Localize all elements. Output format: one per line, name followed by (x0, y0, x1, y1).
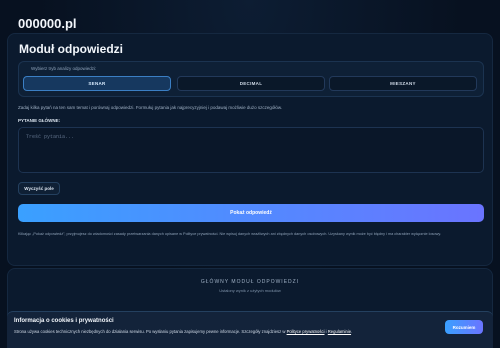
mode-button-senar[interactable]: SENAR (23, 76, 171, 91)
cookie-text: Strona używa cookies technicznych niezbę… (14, 329, 352, 334)
cookie-title: Informacja o cookies i prywatności (14, 318, 114, 324)
mode-hint: Wybierz tryb analizy odpowiedzi: (31, 66, 97, 71)
page: 000000.pl Moduł odpowiedzi Wybierz tryb … (0, 0, 500, 348)
cookie-banner: Informacja o cookies i prywatności Stron… (7, 311, 493, 348)
terms-link[interactable]: Regulaminie (328, 329, 351, 334)
cookie-text-end: . (351, 329, 353, 334)
privacy-policy-link[interactable]: Polityce prywatności (287, 329, 325, 334)
disclaimer-text: Klikając „Pokaż odpowiedź”, przyjmujesz … (18, 232, 442, 236)
mode-button-mieszany[interactable]: MIESZANY (329, 76, 477, 91)
cookie-accept-button[interactable]: Rozumiem (445, 320, 483, 334)
answer-module-card: Moduł odpowiedzi Wybierz tryb analizy od… (7, 33, 493, 266)
mode-selector: Wybierz tryb analizy odpowiedzi: SENAR D… (18, 61, 484, 97)
instruction-text: Zadaj kilka pytań na ten sam temat i por… (18, 105, 283, 110)
page-title: Moduł odpowiedzi (19, 42, 123, 56)
question-label: PYTANIE GŁÓWNE: (18, 118, 61, 123)
site-logo[interactable]: 000000.pl (18, 16, 77, 31)
cookie-text-body: Strona używa cookies technicznych niezbę… (14, 329, 287, 334)
main-answer-title: GŁÓWNY MODUŁ ODPOWIEDZI (200, 279, 300, 285)
clear-button[interactable]: Wyczyść pole (18, 182, 60, 195)
question-input[interactable]: Treść pytania... (18, 127, 484, 173)
show-answer-button[interactable]: Pokaż odpowiedź (18, 204, 484, 222)
main-answer-subtitle: Ustalony wynik z użytych modułów (219, 288, 281, 293)
mode-button-decimal[interactable]: DECIMAL (177, 76, 325, 91)
